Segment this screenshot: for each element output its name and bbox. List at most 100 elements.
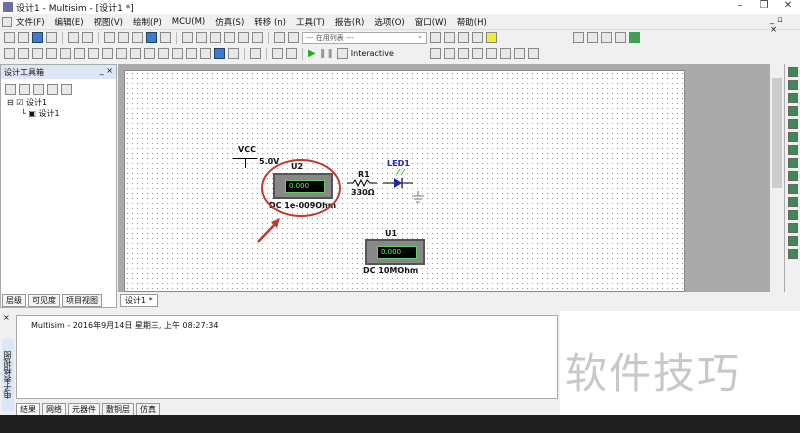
logic-analyzer-icon[interactable] (787, 171, 798, 181)
panel-close-button[interactable]: × (3, 313, 10, 322)
menu-help[interactable]: 帮助(H) (457, 16, 487, 28)
network-analyzer-icon[interactable] (787, 236, 798, 246)
wire-icon[interactable] (286, 48, 297, 59)
minimize-button[interactable]: – (728, 0, 752, 14)
menu-transfer[interactable]: 转移 (n) (254, 16, 286, 28)
indicator-icon[interactable] (172, 48, 183, 59)
led1-diode[interactable] (383, 167, 413, 189)
misc-digital-icon[interactable] (130, 48, 141, 59)
save-icon[interactable] (33, 84, 44, 95)
menu-simulate[interactable]: 仿真(S) (215, 16, 244, 28)
open-sample-icon[interactable] (32, 32, 43, 43)
menu-edit[interactable]: 编辑(E) (55, 16, 84, 28)
design-toolbox-icon[interactable] (210, 32, 221, 43)
menu-tools[interactable]: 工具(T) (296, 16, 325, 28)
delete-icon[interactable] (61, 84, 72, 95)
tree-item-sheet[interactable]: └ ▣ 设计1 (7, 108, 60, 119)
open-icon[interactable] (19, 84, 30, 95)
toggle-fullscreen-icon[interactable] (182, 32, 193, 43)
menu-place[interactable]: 绘制(P) (133, 16, 162, 28)
interactive-button[interactable]: Interactive (351, 49, 394, 58)
in-use-list-dropdown[interactable]: --- 在用列表 --- (302, 31, 427, 44)
zoom-out-icon[interactable] (587, 32, 598, 43)
back-annotate-icon[interactable] (444, 32, 455, 43)
panel-close-button[interactable]: _ × (100, 66, 113, 75)
mixed-icon[interactable] (144, 48, 155, 59)
menu-reports[interactable]: 报告(R) (335, 16, 365, 28)
distortion-analyzer-icon[interactable] (787, 210, 798, 220)
find-icon[interactable] (472, 32, 483, 43)
erc-icon[interactable] (430, 32, 441, 43)
spreadsheet-icon[interactable] (238, 32, 249, 43)
mcu-icon[interactable] (102, 48, 113, 59)
probe-current-icon[interactable] (443, 48, 455, 59)
probe-reference-icon[interactable] (485, 48, 497, 59)
schematic-sheet[interactable]: VCC 5.0V U2 0.000 DC 1e-009Ohm R1 330Ω L… (124, 70, 685, 292)
new-icon[interactable] (5, 84, 16, 95)
probe-settings-icon[interactable] (513, 48, 525, 59)
resistor-r1[interactable] (347, 179, 377, 187)
paste-icon[interactable] (132, 32, 143, 43)
u1-multimeter[interactable]: 0.000 (365, 239, 425, 265)
frequency-counter-icon[interactable] (787, 145, 798, 155)
menu-view[interactable]: 视图(V) (94, 16, 123, 28)
tab-hierarchy[interactable]: 层级 (2, 294, 26, 307)
diode-icon[interactable] (32, 48, 43, 59)
stop-icon[interactable] (336, 48, 348, 59)
advanced-peripherals-icon[interactable] (116, 48, 127, 59)
menu-mcu[interactable]: MCU(M) (172, 17, 205, 27)
print-icon[interactable] (68, 32, 79, 43)
bode-plotter-icon[interactable] (787, 132, 798, 142)
new-window-icon[interactable] (47, 84, 58, 95)
zoom-area-icon[interactable] (601, 32, 612, 43)
probe-voltage-icon[interactable] (429, 48, 441, 59)
vertical-scrollbar[interactable] (770, 64, 784, 292)
print-preview-icon[interactable] (82, 32, 93, 43)
menu-window[interactable]: 窗口(W) (415, 16, 447, 28)
zoom-fit-icon[interactable] (615, 32, 626, 43)
zoom-sheet-icon[interactable] (629, 32, 640, 43)
function-generator-icon[interactable] (787, 80, 798, 90)
bus-icon[interactable] (272, 48, 283, 59)
pause-icon[interactable]: ❚❚ (319, 49, 334, 59)
zoom-in-icon[interactable] (573, 32, 584, 43)
misc-icon[interactable] (186, 48, 197, 59)
redo-icon[interactable] (160, 32, 171, 43)
grapher-icon[interactable] (224, 32, 235, 43)
agilent-icon[interactable] (787, 249, 798, 259)
menu-options[interactable]: 选项(O) (374, 16, 404, 28)
probe-digital-icon[interactable] (499, 48, 511, 59)
ground-symbol[interactable] (411, 191, 425, 203)
source-icon[interactable] (4, 48, 15, 59)
ttl-icon[interactable] (74, 48, 85, 59)
copy-icon[interactable] (118, 32, 129, 43)
forward-annotate-icon[interactable] (458, 32, 469, 43)
four-channel-oscilloscope-icon[interactable] (787, 119, 798, 129)
electromechanical-icon[interactable] (214, 48, 225, 59)
help-bulb-icon[interactable] (486, 32, 497, 43)
probe-differential-icon[interactable] (471, 48, 483, 59)
tab-project-view[interactable]: 项目视图 (62, 294, 102, 307)
cut-icon[interactable] (104, 32, 115, 43)
save-icon[interactable] (46, 32, 57, 43)
tree-item-root[interactable]: ⊟ ☑ 设计1 (7, 97, 60, 108)
database-icon[interactable] (252, 32, 263, 43)
transistor-icon[interactable] (46, 48, 57, 59)
analog-icon[interactable] (60, 48, 71, 59)
grid-icon[interactable] (196, 32, 207, 43)
spectrum-analyzer-icon[interactable] (787, 223, 798, 233)
restore-button[interactable]: ❐ (752, 0, 776, 14)
component-wizard-icon[interactable] (274, 32, 285, 43)
run-icon[interactable]: ▶ (308, 48, 316, 59)
database-manager-icon[interactable] (288, 32, 299, 43)
new-icon[interactable] (4, 32, 15, 43)
rf-icon[interactable] (200, 48, 211, 59)
basic-icon[interactable] (18, 48, 29, 59)
wattmeter-icon[interactable] (787, 93, 798, 103)
tab-design1[interactable]: 设计1 * (120, 294, 158, 307)
iv-analyzer-icon[interactable] (787, 197, 798, 207)
power-icon[interactable] (158, 48, 169, 59)
ni-components-icon[interactable] (228, 48, 239, 59)
multimeter-icon[interactable] (787, 67, 798, 77)
logic-converter-icon[interactable] (787, 184, 798, 194)
